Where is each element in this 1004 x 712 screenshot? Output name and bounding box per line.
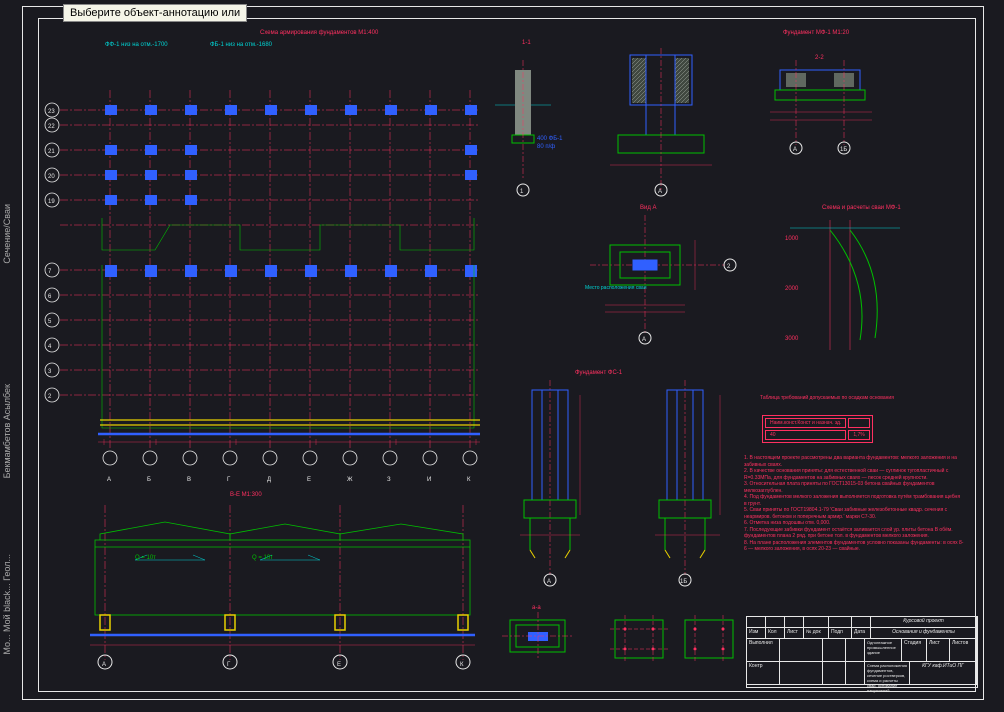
plan-title: Схема армирования фундаментов М1:400: [260, 30, 378, 36]
svg-text:А: А: [102, 662, 106, 668]
svg-text:7: 7: [48, 269, 52, 275]
svg-text:А: А: [107, 477, 111, 483]
svg-text:20: 20: [48, 174, 55, 180]
svg-text:4: 4: [48, 344, 52, 350]
svg-text:6: 6: [48, 294, 52, 300]
svg-text:Б: Б: [147, 477, 151, 483]
viewa-title: Вид А: [640, 205, 657, 211]
svg-text:23: 23: [48, 109, 55, 115]
svg-text:3: 3: [48, 369, 52, 375]
sec11-title: 1-1: [522, 40, 531, 46]
fc1-title: Фундамент ФС-1: [575, 370, 622, 376]
svg-text:А: А: [658, 189, 662, 195]
svg-text:80 п/ф: 80 п/ф: [537, 144, 555, 150]
svg-text:3000: 3000: [785, 336, 799, 342]
svg-text:2000: 2000: [785, 286, 799, 292]
notes-header: Таблица требований допускаемых по осадка…: [760, 395, 940, 402]
scheme-title: Схема и расчеты сваи МФ-1: [822, 205, 901, 211]
svg-text:Г: Г: [227, 477, 231, 483]
svg-text:Ж: Ж: [347, 477, 353, 483]
q1-label: Q = 10т: [135, 555, 156, 561]
svg-text:1: 1: [520, 189, 524, 195]
svg-text:К: К: [467, 477, 471, 483]
svg-text:5: 5: [48, 319, 52, 325]
svg-text:З: З: [387, 477, 391, 483]
ff2-label: ФБ-1 низ на отм.-1680: [210, 42, 272, 48]
notes-table: Наим.конст.Конст и назнач. зд. 401,7%: [762, 415, 873, 443]
svg-text:2: 2: [48, 394, 52, 400]
svg-text:А: А: [793, 147, 797, 153]
svg-text:А: А: [642, 337, 646, 343]
svg-text:И: И: [427, 477, 431, 483]
vertical-tab-3[interactable]: Сечение/Сваи: [0, 200, 14, 268]
mf1-title: Фундамент МФ-1 М1:20: [783, 30, 849, 36]
ff1-label: ФФ-1 низ на отм.-1700: [105, 42, 168, 48]
q2-label: Q = 10т: [252, 555, 273, 561]
vertical-tab-1[interactable]: Мо... Мой black... Геол...: [0, 550, 14, 659]
svg-text:А: А: [547, 579, 551, 585]
svg-text:В: В: [187, 477, 191, 483]
svg-text:19: 19: [48, 199, 55, 205]
vertical-tab-2[interactable]: Бекмамбетов Асылбек: [0, 380, 14, 482]
cad-drawing: 1 400 ФБ-1 80 п/ф А А 1Б: [40, 20, 970, 690]
leader-label: Место расположения сваи: [585, 285, 647, 291]
svg-text:1Б: 1Б: [680, 579, 687, 585]
svg-text:Г: Г: [227, 662, 231, 668]
svg-text:21: 21: [48, 149, 55, 155]
annotation-tooltip: Выберите объект-аннотацию или: [63, 4, 247, 22]
svg-text:Е: Е: [307, 477, 311, 483]
svg-text:22: 22: [48, 124, 55, 130]
svg-text:Д: Д: [267, 477, 271, 483]
seclong-title: В-Е М1:300: [230, 492, 262, 498]
svg-text:400 ФБ-1: 400 ФБ-1: [537, 136, 563, 142]
notes-list: 1. В настоящем проекте рассмотрены два в…: [744, 455, 964, 553]
title-block: Курсовой проект ИзмКолЛист№ докПодпДатаО…: [746, 616, 978, 688]
svg-text:2: 2: [727, 264, 731, 270]
sec22-title: 2-2: [815, 55, 824, 61]
svg-text:1Б: 1Б: [840, 147, 847, 153]
aa-title: а-а: [532, 605, 541, 611]
svg-text:1000: 1000: [785, 236, 799, 242]
svg-text:Е: Е: [337, 662, 341, 668]
svg-text:К: К: [460, 662, 464, 668]
